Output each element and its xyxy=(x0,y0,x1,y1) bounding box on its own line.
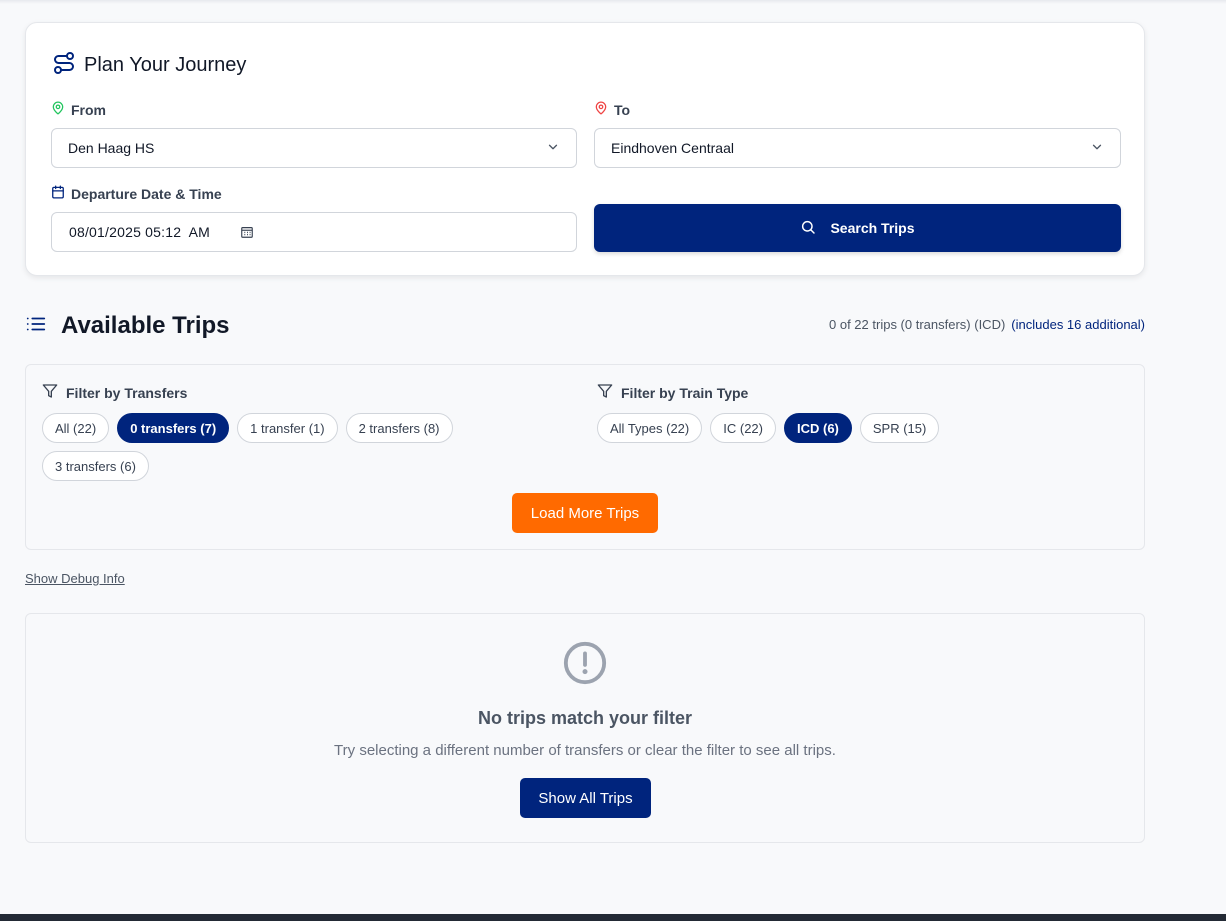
from-select[interactable]: Den Haag HS xyxy=(51,128,577,168)
search-icon xyxy=(800,219,816,238)
empty-state-description: Try selecting a different number of tran… xyxy=(334,742,836,759)
chevron-down-icon xyxy=(1090,140,1104,157)
chevron-down-icon xyxy=(546,140,560,157)
datetime-label-text: Departure Date & Time xyxy=(71,185,222,202)
train-type-filter-chip[interactable]: IC (22) xyxy=(710,413,776,443)
alert-circle-icon xyxy=(562,640,608,691)
show-all-trips-button[interactable]: Show All Trips xyxy=(520,778,651,818)
transfer-chips: All (22) 0 transfers (7) 1 transfer (1) 2 t… xyxy=(42,413,512,481)
additional-trips-note: (includes 16 additional) xyxy=(1011,317,1145,332)
map-pin-icon xyxy=(594,101,608,118)
page-title: Plan Your Journey xyxy=(84,54,247,76)
transfer-filter-chip[interactable]: 3 transfers (6) xyxy=(42,451,149,481)
datetime-value: 08/01/2025 05:12 AM xyxy=(69,224,210,240)
from-value: Den Haag HS xyxy=(68,140,155,156)
list-icon xyxy=(25,313,47,340)
train-type-filter-chip[interactable]: All Types (22) xyxy=(597,413,703,443)
train-type-filter-chip[interactable]: SPR (15) xyxy=(859,413,940,443)
planner-header: Plan Your Journey xyxy=(52,51,246,80)
filters-panel: Filter by Transfers All (22) 0 transfers … xyxy=(25,364,1145,550)
from-label-text: From xyxy=(71,101,106,118)
search-trips-label: Search Trips xyxy=(830,220,915,236)
taskbar-edge xyxy=(0,914,1226,921)
transfer-filter-chip[interactable]: 2 transfers (8) xyxy=(345,413,453,443)
trips-header: Available Trips xyxy=(25,312,230,340)
route-icon xyxy=(52,51,76,80)
to-value: Eindhoven Centraal xyxy=(611,140,734,156)
load-more-button[interactable]: Load More Trips xyxy=(512,493,658,533)
datetime-input[interactable]: 08/01/2025 05:12 AM xyxy=(51,212,577,252)
empty-state: No trips match your filter Try selecting… xyxy=(25,613,1145,843)
train-type-filter-chip[interactable]: ICD (6) xyxy=(783,413,852,443)
calendar-picker-icon[interactable] xyxy=(240,225,254,239)
type-chips: All Types (22) IC (22) ICD (6) SPR (15) xyxy=(597,413,1117,443)
transfer-filter-chip[interactable]: All (22) xyxy=(42,413,110,443)
transfer-filter-chip[interactable]: 1 transfer (1) xyxy=(237,413,338,443)
filter-icon xyxy=(597,383,613,402)
search-trips-button[interactable]: Search Trips xyxy=(594,204,1121,252)
empty-state-title: No trips match your filter xyxy=(477,708,693,728)
type-filter-title: Filter by Train Type xyxy=(597,383,748,402)
section-title: Available Trips xyxy=(61,312,230,339)
journey-planner: Plan Your Journey From Den Haag HS To Ei… xyxy=(25,22,1145,276)
trip-count-text: 0 of 22 trips (0 transfers) (ICD) xyxy=(829,317,1006,332)
transfers-filter-label: Filter by Transfers xyxy=(66,384,188,401)
from-label: From xyxy=(51,101,106,118)
trip-count: 0 of 22 trips (0 transfers) (ICD) (includ… xyxy=(829,317,1145,332)
datetime-label: Departure Date & Time xyxy=(51,185,222,202)
to-label-text: To xyxy=(614,101,631,118)
transfers-filter-title: Filter by Transfers xyxy=(42,383,187,402)
type-filter-label: Filter by Train Type xyxy=(621,384,749,401)
map-pin-icon xyxy=(51,101,65,118)
top-shadow xyxy=(0,0,1226,4)
transfer-filter-chip[interactable]: 0 transfers (7) xyxy=(117,413,230,443)
filter-icon xyxy=(42,383,58,402)
show-debug-link[interactable]: Show Debug Info xyxy=(25,571,125,586)
to-select[interactable]: Eindhoven Centraal xyxy=(594,128,1121,168)
to-label: To xyxy=(594,101,630,118)
calendar-icon xyxy=(51,185,65,202)
